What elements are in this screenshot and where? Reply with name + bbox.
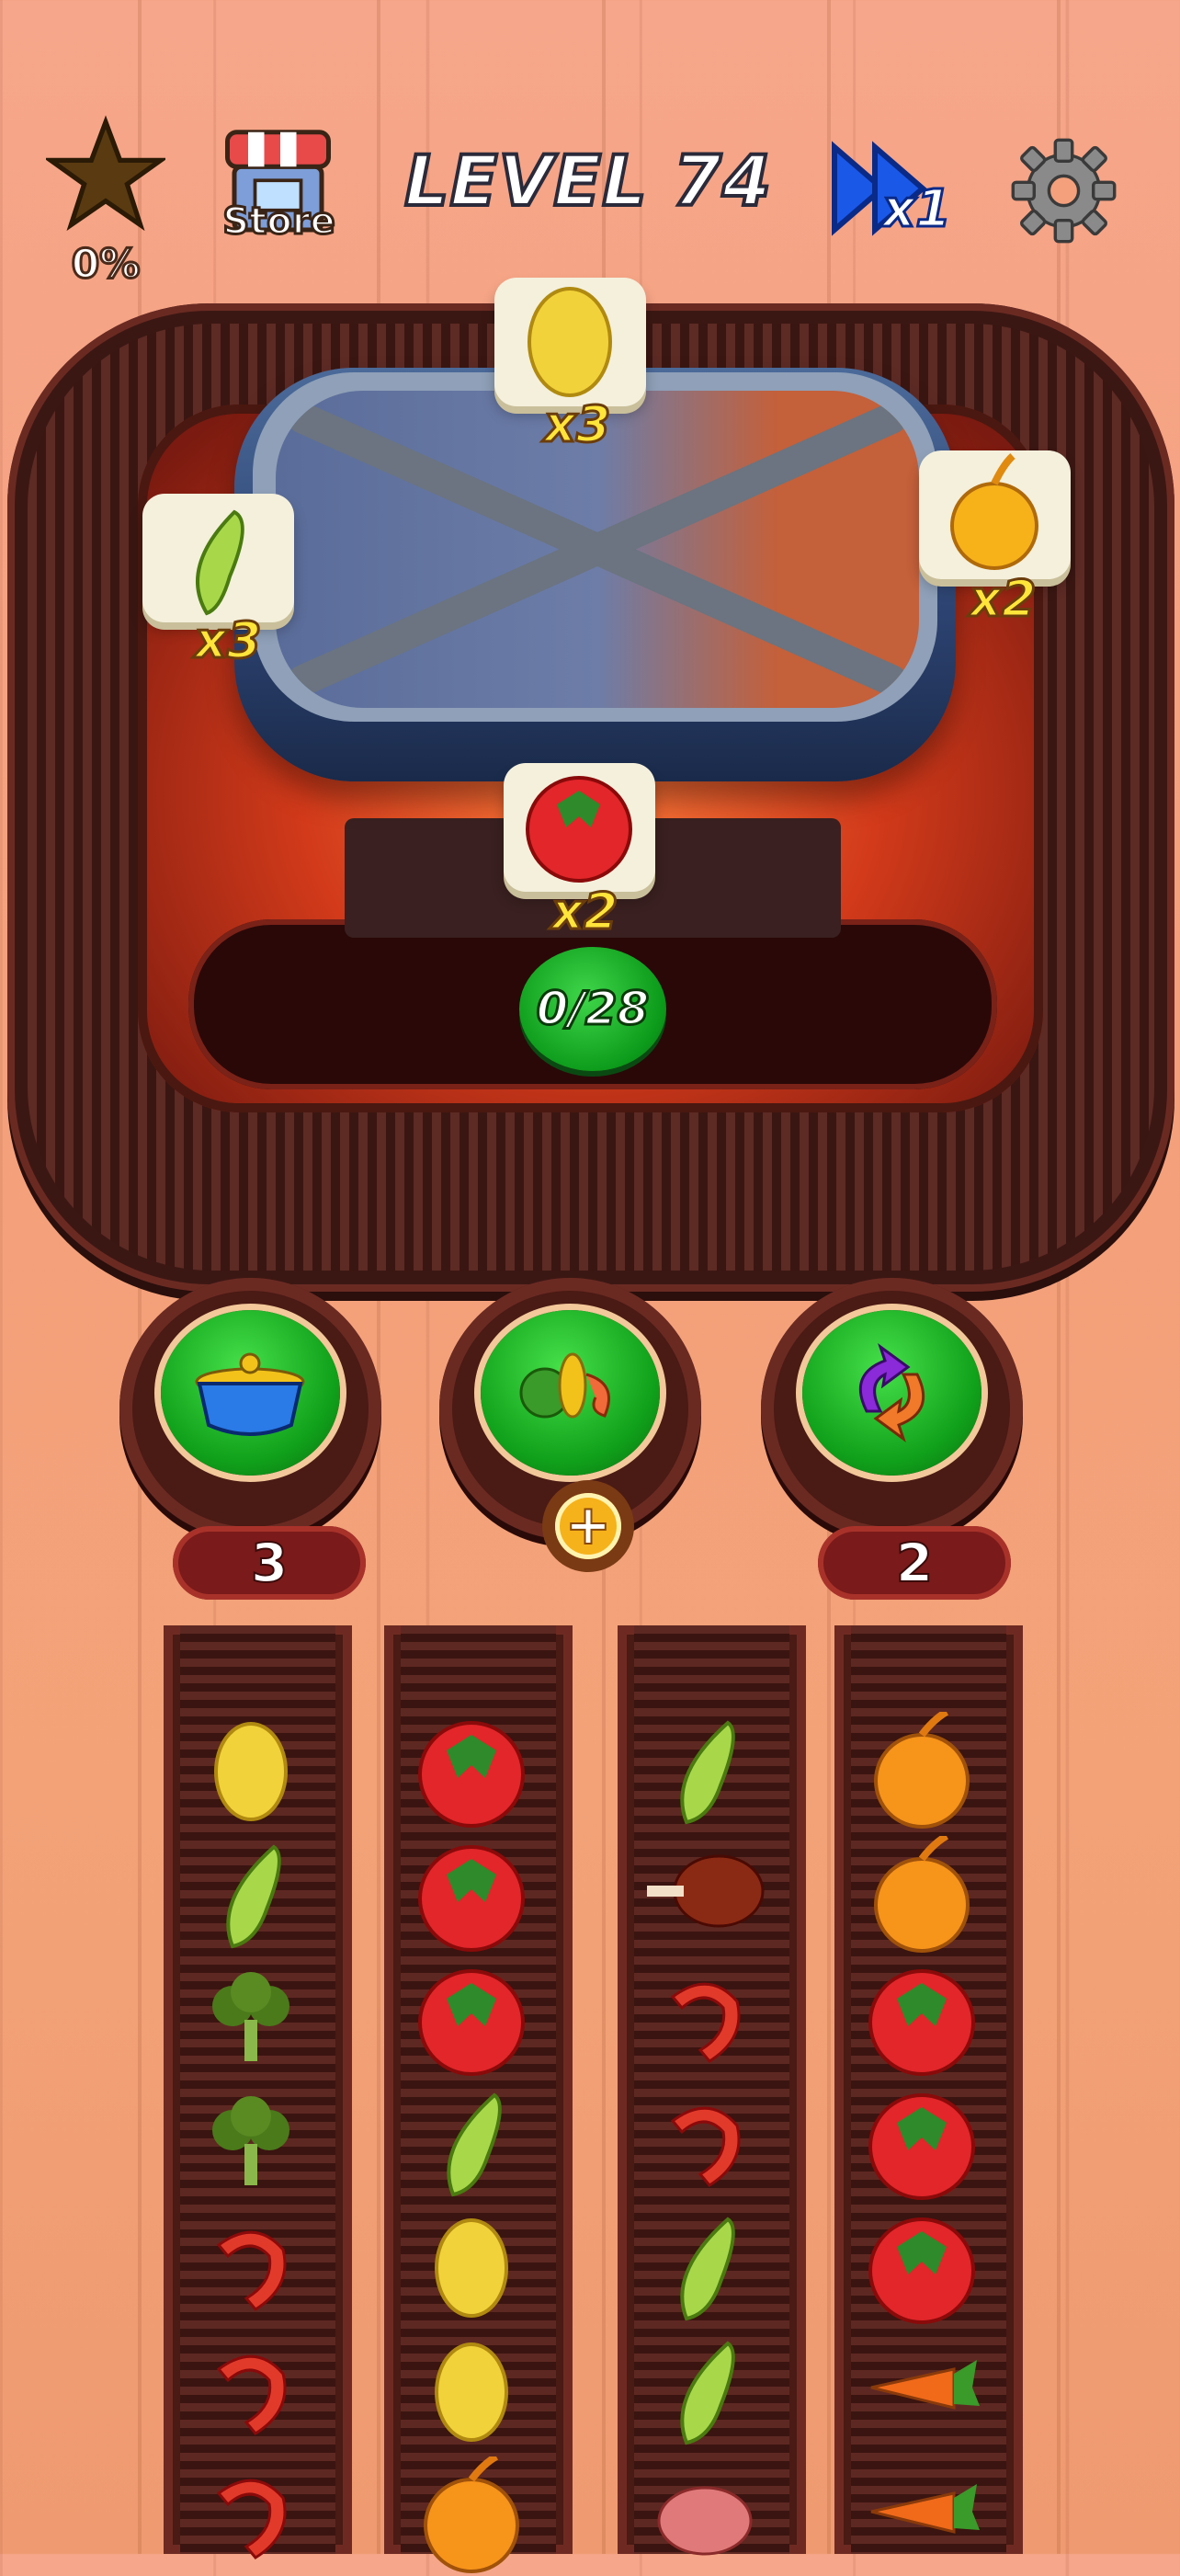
order-count-tomato: x2 — [550, 882, 618, 942]
carrot-icon[interactable] — [862, 2332, 981, 2452]
tomato-icon[interactable] — [412, 1836, 531, 1955]
booster-pot-count: 3 — [173, 1526, 366, 1600]
level-title: LEVEL 74 — [403, 138, 773, 223]
green-pepper-icon[interactable] — [645, 2208, 765, 2328]
potato-icon — [528, 287, 612, 397]
speed-multiplier[interactable]: x1 — [880, 178, 952, 241]
shrimp-icon[interactable] — [191, 2456, 311, 2576]
order-card-onion — [919, 450, 1071, 579]
broccoli-icon[interactable] — [191, 2084, 311, 2204]
onion-icon[interactable] — [862, 1712, 981, 1831]
vegetables-icon — [519, 1352, 610, 1419]
carrot-icon[interactable] — [862, 2456, 981, 2576]
booster-shuffle-button[interactable] — [802, 1310, 981, 1476]
gear-icon[interactable] — [1011, 138, 1117, 244]
broccoli-icon[interactable] — [191, 1960, 311, 2080]
green-pepper-icon[interactable] — [412, 2084, 531, 2204]
tomato-icon — [526, 776, 632, 883]
tomato-icon[interactable] — [862, 2084, 981, 2204]
order-progress-text: 0/28 — [535, 981, 651, 1037]
tomato-icon[interactable] — [412, 1960, 531, 2080]
drumstick-icon[interactable] — [645, 1836, 765, 1955]
store-label[interactable]: Store — [217, 199, 341, 245]
onion-icon — [950, 453, 1038, 570]
order-card-potato — [494, 278, 646, 406]
order-count-onion: x2 — [968, 569, 1037, 630]
shuffle-icon — [858, 1343, 925, 1442]
star-progress-percent: 0% — [70, 240, 142, 290]
shrimp-icon[interactable] — [191, 2332, 311, 2452]
green-pepper-icon[interactable] — [645, 1712, 765, 1831]
potato-icon[interactable] — [412, 2208, 531, 2328]
order-card-pepper — [142, 494, 294, 622]
booster-pot-button[interactable] — [161, 1310, 340, 1476]
booster-vegetables-button[interactable] — [481, 1310, 660, 1476]
order-count-pepper: x3 — [193, 610, 262, 671]
plus-icon: + — [555, 1492, 621, 1559]
booster-pot[interactable] — [119, 1278, 381, 1540]
order-progress-badge: 0/28 — [519, 947, 666, 1071]
star-icon[interactable] — [46, 115, 165, 234]
green-pepper-icon[interactable] — [645, 2332, 765, 2452]
tomato-icon[interactable] — [412, 1712, 531, 1831]
tomato-icon[interactable] — [862, 1960, 981, 2080]
order-card-tomato — [504, 763, 655, 892]
shrimp-icon[interactable] — [645, 2084, 765, 2204]
green-pepper-icon[interactable] — [191, 1836, 311, 1955]
tomato-icon[interactable] — [862, 2208, 981, 2328]
potato-icon[interactable] — [412, 2332, 531, 2452]
onion-icon[interactable] — [862, 1836, 981, 1955]
booster-shuffle[interactable] — [761, 1278, 1023, 1540]
meat-icon[interactable] — [645, 2456, 765, 2576]
order-count-potato: x3 — [542, 394, 611, 455]
booster-shuffle-count: 2 — [818, 1526, 1011, 1600]
onion-icon[interactable] — [412, 2456, 531, 2576]
potato-icon[interactable] — [191, 1712, 311, 1831]
add-booster-button[interactable]: + — [542, 1480, 634, 1572]
pot-icon — [195, 1352, 305, 1436]
green-pepper-icon — [196, 509, 244, 616]
shrimp-icon[interactable] — [645, 1960, 765, 2080]
shrimp-icon[interactable] — [191, 2208, 311, 2328]
